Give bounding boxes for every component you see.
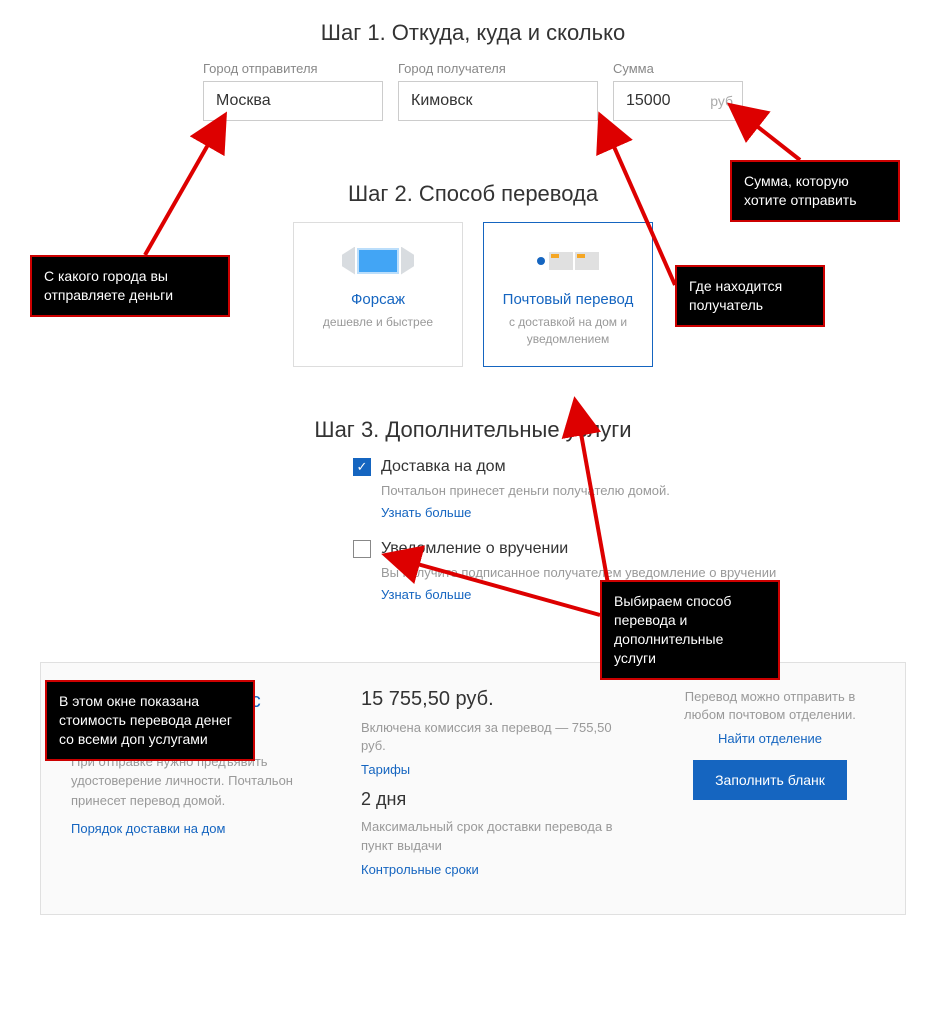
callout-amount: Сумма, которую хотите отправить <box>730 160 900 222</box>
checkbox-notification[interactable] <box>353 540 371 558</box>
deadlines-link[interactable]: Контрольные сроки <box>361 862 479 877</box>
summary-days-desc: Максимальный срок доставки перевода в пу… <box>361 818 625 854</box>
method-forsazh-title: Форсаж <box>304 291 452 308</box>
receiver-city-label: Город получателя <box>398 61 598 76</box>
postal-icon <box>494 238 642 283</box>
summary-commission: Включена комиссия за перевод — 755,50 ру… <box>361 719 625 755</box>
summary-side-text: Перевод можно отправить в любом почтовом… <box>665 688 875 724</box>
method-postal[interactable]: Почтовый перевод с доставкой на дом и ув… <box>483 222 653 367</box>
notification-more[interactable]: Узнать больше <box>381 587 471 602</box>
checkbox-home-delivery[interactable]: ✓ <box>353 458 371 476</box>
home-delivery-desc: Почтальон принесет деньги получателю дом… <box>381 482 793 500</box>
amount-label: Сумма <box>613 61 743 76</box>
home-delivery-more[interactable]: Узнать больше <box>381 505 471 520</box>
method-postal-title: Почтовый перевод <box>494 291 642 308</box>
step3-title: Шаг 3. Дополнительные услуги <box>0 417 946 443</box>
callout-receiver: Где находится получатель <box>675 265 825 327</box>
amount-unit: руб <box>710 93 733 109</box>
callout-sender: С какого города вы отправляете деньги <box>30 255 230 317</box>
method-forsazh-sub: дешевле и быстрее <box>304 314 452 331</box>
summary-text: При отправке нужно предъявить удостовере… <box>71 752 321 811</box>
find-office-link[interactable]: Найти отделение <box>718 731 822 746</box>
forsazh-icon <box>304 238 452 283</box>
fill-form-button[interactable]: Заполнить бланк <box>693 760 847 800</box>
sender-city-label: Город отправителя <box>203 61 383 76</box>
tariffs-link[interactable]: Тарифы <box>361 762 410 777</box>
delivery-order-link[interactable]: Порядок доставки на дом <box>71 821 225 836</box>
method-postal-sub: с доставкой на дом и уведомлением <box>494 314 642 348</box>
home-delivery-label: Доставка на дом <box>381 458 506 476</box>
callout-method: Выбираем способ перевода и дополнительны… <box>600 580 780 680</box>
notification-label: Уведомление о вручении <box>381 540 568 558</box>
step1-title: Шаг 1. Откуда, куда и сколько <box>0 20 946 46</box>
callout-cost: В этом окне показана стоимость перевода … <box>45 680 255 761</box>
receiver-city-input[interactable] <box>398 81 598 121</box>
sender-city-input[interactable] <box>203 81 383 121</box>
method-forsazh[interactable]: Форсаж дешевле и быстрее <box>293 222 463 367</box>
summary-price: 15 755,50 руб. <box>361 688 625 711</box>
summary-days: 2 дня <box>361 789 625 810</box>
step1-inputs: Город отправителя Город получателя Сумма… <box>0 61 946 121</box>
